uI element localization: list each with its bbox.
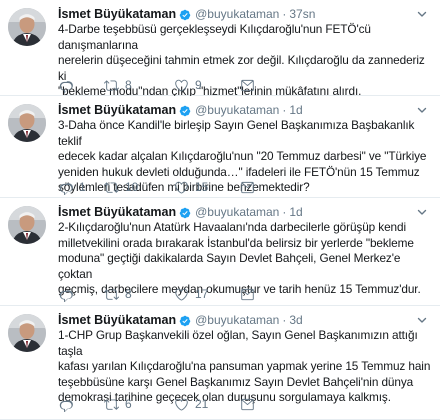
tweet[interactable]: İsmet Büyükataman @buyukataman · 1d 3-Da… (0, 96, 440, 198)
like-button[interactable]: 15 (174, 180, 240, 195)
separator-dot: · (282, 312, 287, 327)
like-button[interactable]: 9 (174, 78, 240, 93)
direct-message-button[interactable] (240, 78, 310, 93)
avatar[interactable] (8, 206, 46, 244)
avatar[interactable] (8, 104, 46, 142)
reply-button[interactable]: 1 (58, 180, 104, 195)
like-button[interactable]: 17 (174, 287, 240, 302)
tweet-actions: 1 10 15 (58, 179, 310, 195)
envelope-icon (241, 181, 254, 193)
avatar[interactable] (8, 8, 46, 46)
chevron-down-icon[interactable] (416, 7, 428, 19)
heart-icon (175, 398, 188, 411)
retweet-button[interactable]: 8 (104, 287, 174, 302)
retweet-button[interactable]: 10 (104, 180, 174, 195)
tweet-timestamp[interactable]: 1d (289, 205, 302, 219)
separator-dot: · (282, 204, 287, 219)
tweet-text: 1-CHP Grup Başkanvekili özel oğlan, Sayı… (58, 328, 431, 404)
reply-icon (59, 289, 73, 302)
tweet-timestamp[interactable]: 3d (289, 313, 302, 327)
reply-icon (59, 399, 73, 412)
separator-dot: · (282, 102, 287, 117)
direct-message-button[interactable] (240, 287, 310, 302)
retweet-icon (104, 181, 119, 193)
tweet-actions: 8 17 (58, 286, 310, 302)
chevron-down-icon[interactable] (416, 313, 428, 325)
avatar[interactable] (8, 314, 46, 352)
envelope-icon (241, 288, 254, 300)
author-handle[interactable]: @buyukataman (195, 7, 279, 21)
like-count: 17 (195, 287, 209, 301)
like-count: 9 (195, 78, 202, 92)
author-name[interactable]: İsmet Büyükataman (58, 7, 176, 21)
direct-message-button[interactable] (240, 180, 310, 195)
heart-icon (175, 79, 188, 92)
tweet-actions: 6 21 (58, 396, 310, 412)
envelope-icon (241, 79, 254, 91)
verified-badge-icon (179, 8, 191, 20)
reply-button[interactable] (58, 78, 104, 93)
author-handle[interactable]: @buyukataman (195, 205, 279, 219)
tweet[interactable]: İsmet Büyükataman @buyukataman · 1d 2-Kı… (0, 198, 440, 306)
chevron-down-icon[interactable] (416, 103, 428, 115)
verified-badge-icon (179, 314, 191, 326)
retweet-button[interactable]: 8 (104, 78, 174, 93)
author-name[interactable]: İsmet Büyükataman (58, 205, 176, 219)
direct-message-button[interactable] (240, 397, 310, 412)
retweet-count: 10 (125, 180, 139, 194)
verified-badge-icon (179, 206, 191, 218)
retweet-icon (104, 79, 119, 91)
heart-icon (175, 181, 188, 194)
like-button[interactable]: 21 (174, 397, 240, 412)
verified-badge-icon (179, 104, 191, 116)
separator-dot: · (282, 6, 287, 21)
tweet[interactable]: İsmet Büyükataman @buyukataman · 37sn 4-… (0, 0, 440, 98)
author-handle[interactable]: @buyukataman (195, 103, 279, 117)
reply-button[interactable] (58, 287, 104, 302)
retweet-count: 8 (125, 287, 132, 301)
author-name[interactable]: İsmet Büyükataman (58, 313, 176, 327)
chevron-down-icon[interactable] (416, 205, 428, 217)
heart-icon (175, 288, 188, 301)
retweet-count: 8 (125, 78, 132, 92)
like-count: 21 (195, 397, 209, 411)
reply-icon (59, 182, 73, 195)
tweet[interactable]: İsmet Büyükataman @buyukataman · 3d 1-CH… (0, 306, 440, 420)
reply-count: 1 (79, 180, 86, 194)
author-name[interactable]: İsmet Büyükataman (58, 103, 176, 117)
author-handle[interactable]: @buyukataman (195, 313, 279, 327)
envelope-icon (241, 398, 254, 410)
reply-button[interactable] (58, 397, 104, 412)
retweet-count: 6 (125, 397, 132, 411)
retweet-icon (104, 288, 119, 300)
tweet-timestamp[interactable]: 37sn (289, 7, 315, 21)
tweet-feed: İsmet Büyükataman @buyukataman · 37sn 4-… (0, 0, 440, 420)
tweet-actions: 8 9 (58, 77, 310, 93)
reply-icon (59, 80, 73, 93)
retweet-icon (104, 398, 119, 410)
like-count: 15 (195, 180, 209, 194)
retweet-button[interactable]: 6 (104, 397, 174, 412)
tweet-timestamp[interactable]: 1d (289, 103, 302, 117)
